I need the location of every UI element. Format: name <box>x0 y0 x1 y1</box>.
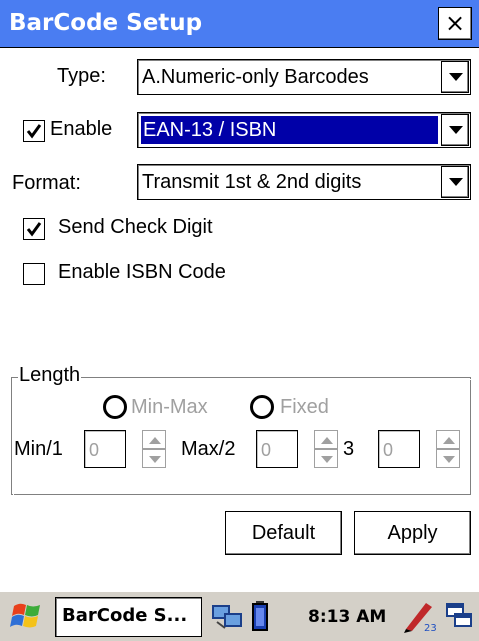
checkmark-icon <box>26 124 42 139</box>
symbology-value: EAN-13 / ISBN <box>141 116 438 144</box>
start-button[interactable] <box>10 600 44 632</box>
enable-checkbox[interactable] <box>23 120 45 142</box>
format-label: Format: <box>12 172 81 194</box>
window-title: BarCode Setup <box>9 10 203 36</box>
format-combobox[interactable]: Transmit 1st & 2nd digits <box>137 164 471 200</box>
max-down-button[interactable] <box>314 449 338 468</box>
arrow-down-icon <box>321 456 333 463</box>
battery-icon[interactable] <box>251 600 269 632</box>
symbology-dropdown-button[interactable] <box>441 114 469 146</box>
arrow-up-icon <box>443 437 455 444</box>
svg-text:23: 23 <box>424 623 436 633</box>
chevron-down-icon <box>449 73 463 81</box>
min-label: Min/1 <box>14 438 63 460</box>
enable-label: Enable <box>50 118 113 140</box>
input-panel-icon[interactable]: 23 <box>402 599 436 633</box>
third-down-button[interactable] <box>436 449 460 468</box>
max-input[interactable]: 0 <box>256 430 298 468</box>
min-spinner[interactable] <box>142 430 166 468</box>
send-check-digit-label[interactable]: Send Check Digit <box>58 216 213 239</box>
format-value: Transmit 1st & 2nd digits <box>142 171 362 193</box>
type-value: A.Numeric-only Barcodes <box>142 66 369 88</box>
default-button[interactable]: Default <box>225 511 342 555</box>
fixed-label: Fixed <box>280 396 329 418</box>
min-max-radio[interactable] <box>103 395 127 419</box>
arrow-down-icon <box>443 456 455 463</box>
third-label: 3 <box>343 438 355 460</box>
windows-switch-icon[interactable] <box>445 602 473 630</box>
apply-button[interactable]: Apply <box>354 511 471 555</box>
arrow-down-icon <box>149 456 161 463</box>
min-input[interactable]: 0 <box>84 430 126 468</box>
send-check-digit-checkbox[interactable] <box>23 218 45 240</box>
chevron-down-icon <box>449 178 463 186</box>
fixed-radio[interactable] <box>250 395 274 419</box>
enable-isbn-label[interactable]: Enable ISBN Code <box>58 261 226 284</box>
close-button[interactable]: × <box>438 7 472 40</box>
min-max-label: Min-Max <box>131 396 208 418</box>
enable-isbn-checkbox[interactable] <box>23 263 45 285</box>
max-value: 0 <box>261 440 272 460</box>
title-bar: BarCode Setup × <box>0 0 479 48</box>
type-label: Type: <box>57 65 106 87</box>
taskbar: BarCode S... 8:13 AM 23 <box>0 590 479 641</box>
third-value: 0 <box>383 440 394 460</box>
arrow-up-icon <box>321 437 333 444</box>
symbology-combobox[interactable]: EAN-13 / ISBN <box>137 112 471 148</box>
arrow-up-icon <box>149 437 161 444</box>
close-icon: × <box>444 9 466 37</box>
checkmark-icon <box>26 222 42 237</box>
network-icon[interactable] <box>211 602 245 632</box>
type-dropdown-button[interactable] <box>441 61 469 93</box>
min-value: 0 <box>89 440 100 460</box>
chevron-down-icon <box>449 126 463 134</box>
min-up-button[interactable] <box>142 430 166 449</box>
third-up-button[interactable] <box>436 430 460 449</box>
format-dropdown-button[interactable] <box>441 166 469 198</box>
barcode-task-button[interactable]: BarCode S... <box>55 597 202 637</box>
start-flag-icon <box>10 603 40 628</box>
third-input[interactable]: 0 <box>378 430 420 468</box>
clock[interactable]: 8:13 AM <box>308 607 386 627</box>
min-down-button[interactable] <box>142 449 166 468</box>
max-label: Max/2 <box>181 438 236 460</box>
type-combobox[interactable]: A.Numeric-only Barcodes <box>137 59 471 95</box>
max-spinner[interactable] <box>314 430 338 468</box>
length-group-label: Length <box>18 364 82 387</box>
max-up-button[interactable] <box>314 430 338 449</box>
third-spinner[interactable] <box>436 430 460 468</box>
